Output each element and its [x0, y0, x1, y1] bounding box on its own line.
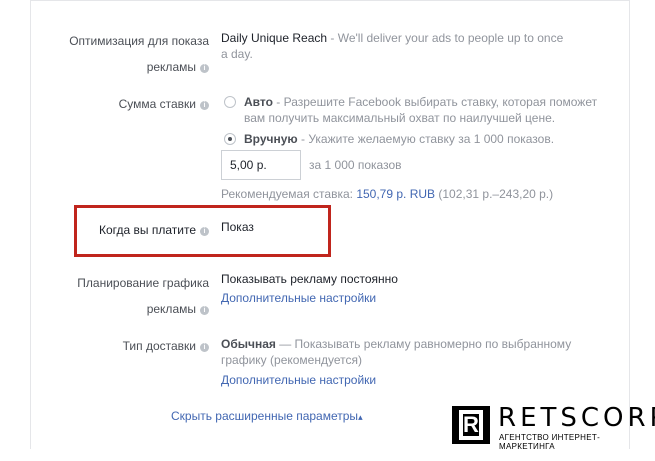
when-pay-label: Когда вы платите i: [29, 217, 209, 243]
hide-advanced-link[interactable]: Скрыть расширенные параметры▴: [171, 409, 363, 423]
schedule-label-line1: Планирование графика: [77, 276, 209, 290]
recommended-bid-range: (102,31 р.–243,20 р.): [435, 187, 554, 201]
schedule-label-line2: рекламы: [146, 302, 196, 316]
radio-manual[interactable]: [224, 133, 236, 145]
bid-manual-option[interactable]: Вручную - Укажите желаемую ставку за 1 0…: [244, 131, 634, 147]
schedule-more-settings-link[interactable]: Дополнительные настройки: [221, 291, 376, 305]
when-pay-label-text: Когда вы платите: [99, 223, 196, 237]
caret-up-icon: ▴: [358, 412, 363, 422]
bid-auto-desc2: вам получить максимальный охват по наилу…: [244, 111, 556, 125]
info-icon[interactable]: i: [200, 306, 209, 315]
info-icon[interactable]: i: [200, 343, 209, 352]
optimization-label: Оптимизация для показа рекламы i: [29, 28, 209, 80]
bid-auto-desc: - Разрешите Facebook выбирать ставку, ко…: [272, 95, 598, 109]
when-pay-value: Показ: [221, 220, 254, 234]
optimization-value-title: Daily Unique Reach: [221, 31, 328, 45]
delivery-label: Тип доставки i: [29, 333, 209, 359]
delivery-value-desc2: графику (рекомендуется): [221, 353, 362, 367]
delivery-value: Обычная — Показывать рекламу равномерно …: [221, 336, 611, 368]
bid-amount-input[interactable]: 5,00 р.: [221, 150, 301, 180]
schedule-label: Планирование графика рекламы i: [29, 270, 209, 322]
optimization-value-desc2: a day.: [221, 47, 253, 61]
bid-manual-title: Вручную: [244, 132, 298, 146]
bid-manual-desc: - Укажите желаемую ставку за 1 000 показ…: [297, 132, 555, 146]
optimization-label-line1: Оптимизация для показа: [69, 34, 209, 48]
recommended-bid: Рекомендуемая ставка: 150,79 р. RUB (102…: [221, 186, 601, 202]
bid-auto-option[interactable]: Авто - Разрешите Facebook выбирать ставк…: [244, 94, 634, 126]
delivery-label-text: Тип доставки: [122, 339, 196, 353]
retscorp-logo: R: [452, 406, 490, 444]
bid-label: Сумма ставки i: [29, 91, 209, 117]
hide-advanced-label: Скрыть расширенные параметры: [171, 409, 359, 423]
brand-name: RETSCORP: [498, 403, 655, 433]
bid-label-text: Сумма ставки: [118, 97, 196, 111]
schedule-value: Показывать рекламу постоянно: [221, 272, 398, 286]
brand-tagline: АГЕНТСТВО ИНТЕРНЕТ-МАРКЕТИНГА: [499, 433, 601, 451]
optimization-label-line2: рекламы: [146, 60, 196, 74]
logo-letter: R: [459, 410, 483, 440]
optimization-value: Daily Unique Reach - We'll deliver your …: [221, 30, 591, 62]
bid-auto-title: Авто: [244, 95, 273, 109]
delivery-more-settings-link[interactable]: Дополнительные настройки: [221, 373, 376, 387]
bid-input-suffix: за 1 000 показов: [309, 158, 402, 172]
radio-auto[interactable]: [224, 96, 236, 108]
optimization-value-desc: - We'll deliver your ads to people up to…: [327, 31, 564, 45]
info-icon[interactable]: i: [200, 64, 209, 73]
recommended-bid-label: Рекомендуемая ставка:: [221, 187, 357, 201]
info-icon[interactable]: i: [200, 227, 209, 236]
delivery-value-desc: — Показывать рекламу равномерно по выбра…: [275, 337, 572, 351]
info-icon[interactable]: i: [200, 101, 209, 110]
delivery-value-title: Обычная: [221, 337, 276, 351]
recommended-bid-value: 150,79 р. RUB: [356, 187, 436, 201]
